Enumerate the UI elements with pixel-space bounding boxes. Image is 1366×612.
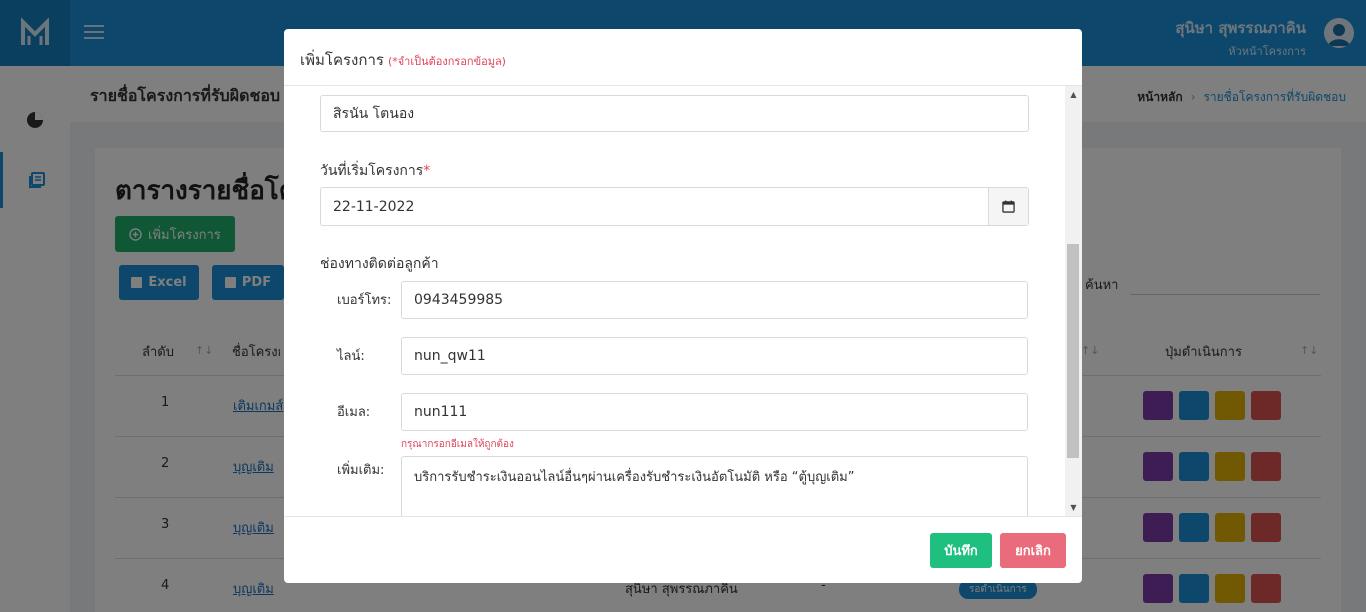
scroll-thumb[interactable] [1067, 244, 1079, 458]
responsible-person-field[interactable]: สิรนัน โตนอง [320, 95, 1029, 132]
modal-title-text: เพิ่มโครงการ [300, 51, 384, 69]
line-field[interactable]: nun_qw11 [401, 337, 1028, 375]
modal-body[interactable]: สิรนัน โตนอง วันที่เริ่มโครงการ* 22-11-2… [284, 86, 1082, 516]
start-date-value: 22-11-2022 [333, 198, 415, 215]
add-project-modal: เพิ่มโครงการ (*จำเป็นต้องกรอกข้อมูล) สิรน… [284, 29, 1082, 583]
start-date-field[interactable]: 22-11-2022 [320, 187, 1029, 226]
contact-section-title: ช่องทางติดต่อลูกค้า [320, 256, 439, 272]
modal-title: เพิ่มโครงการ (*จำเป็นต้องกรอกข้อมูล) [300, 48, 506, 72]
start-date-label: วันที่เริ่มโครงการ* [320, 160, 430, 182]
email-field[interactable]: nun111 [401, 393, 1028, 431]
start-date-label-text: วันที่เริ่มโครงการ [320, 163, 424, 179]
more-label: เพิ่มเติม: [337, 463, 385, 478]
modal-scrollbar[interactable]: ▲ ▼ [1065, 86, 1082, 516]
calendar-icon [1002, 200, 1015, 213]
line-label: ไลน์: [337, 349, 365, 364]
email-error: กรุณากรอกอีเมลให้ถูกต้อง [401, 439, 514, 450]
required-asterisk: * [423, 163, 431, 179]
required-note: (*จำเป็นต้องกรอกข้อมูล) [387, 55, 506, 68]
phone-label: เบอร์โทร: [337, 293, 392, 308]
save-button[interactable]: บันทึก [930, 533, 992, 568]
scroll-up-icon[interactable]: ▲ [1065, 90, 1082, 99]
modal-footer: บันทึก ยกเลิก [284, 516, 1082, 583]
modal-header: เพิ่มโครงการ (*จำเป็นต้องกรอกข้อมูล) [284, 29, 1082, 86]
phone-field[interactable]: 0943459985 [401, 281, 1028, 319]
email-label: อีเมล: [337, 405, 371, 420]
cancel-button[interactable]: ยกเลิก [1000, 533, 1066, 568]
date-picker-button[interactable] [988, 188, 1028, 225]
more-info-textarea[interactable]: บริการรับชำระเงินออนไลน์อื่นๆผ่านเครื่อง… [401, 456, 1028, 516]
scroll-down-icon[interactable]: ▼ [1065, 503, 1082, 512]
